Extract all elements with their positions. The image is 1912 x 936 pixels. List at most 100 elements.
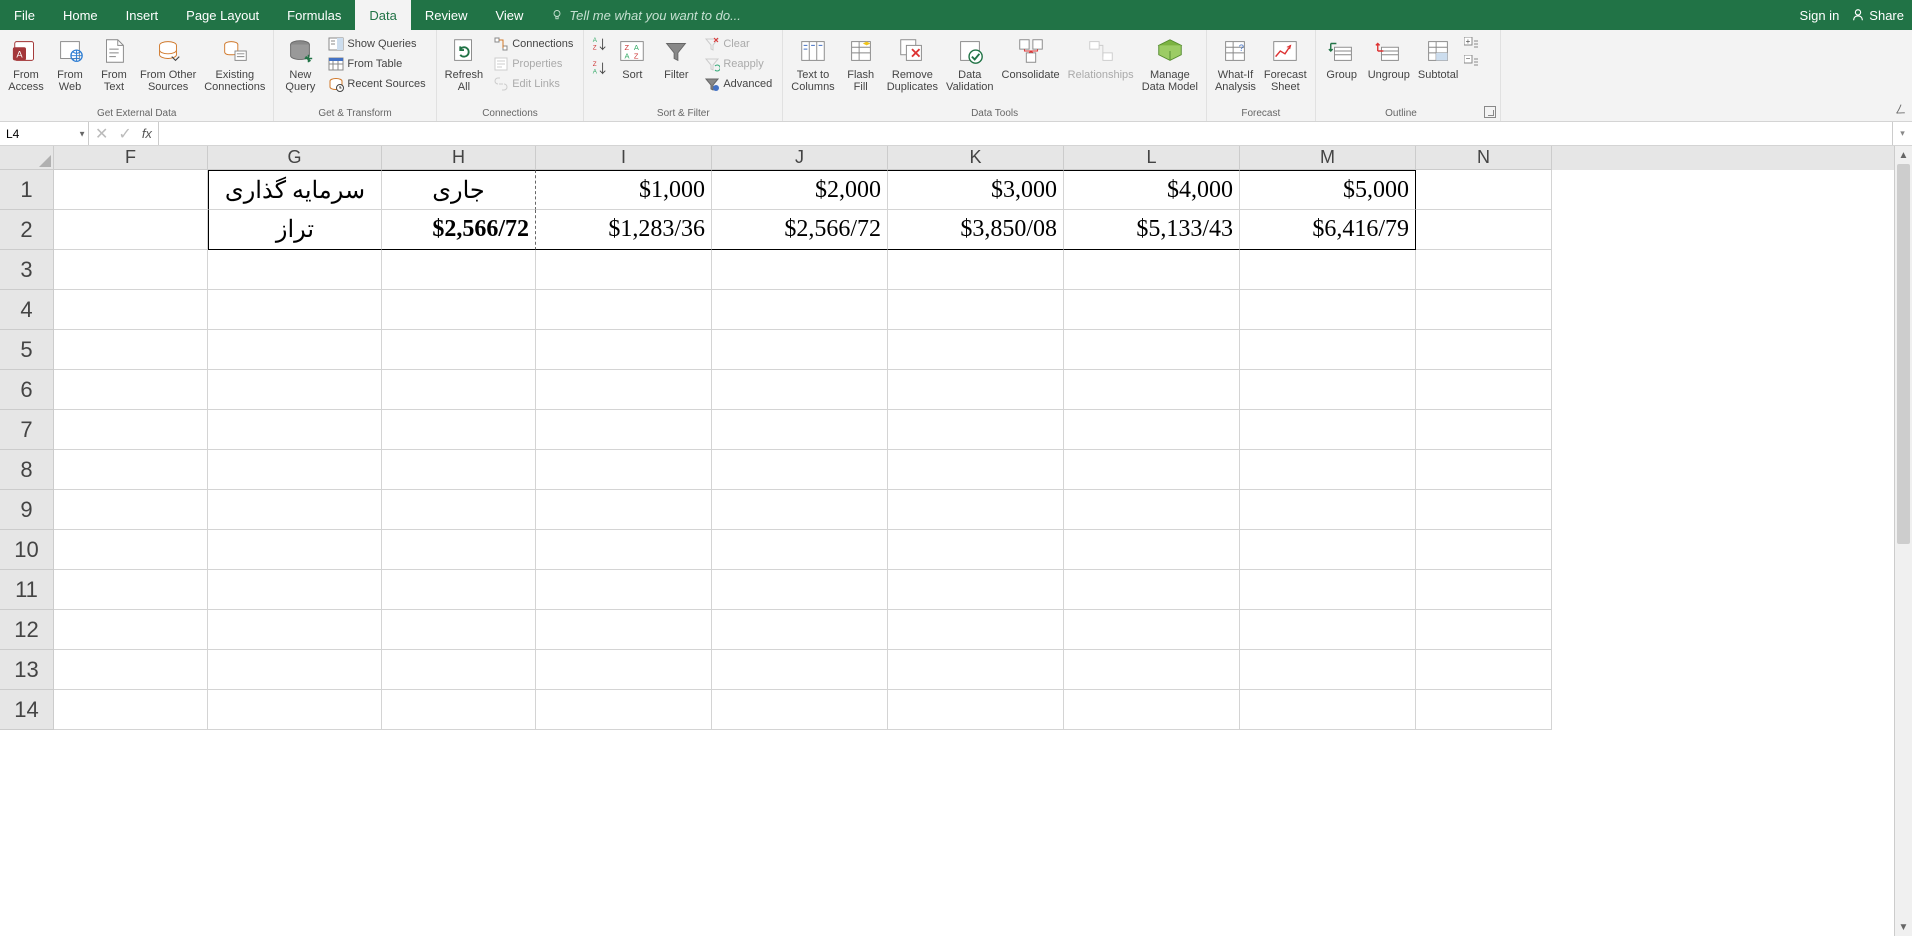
cell-L4[interactable] xyxy=(1064,290,1240,330)
data-validation-button[interactable]: Data Validation xyxy=(942,33,998,95)
cell-K8[interactable] xyxy=(888,450,1064,490)
cell-K9[interactable] xyxy=(888,490,1064,530)
row-header-13[interactable]: 13 xyxy=(0,650,54,690)
filter-button[interactable]: Filter xyxy=(654,33,698,83)
cancel-formula-icon[interactable]: ✕ xyxy=(95,124,108,144)
column-header-I[interactable]: I xyxy=(536,146,712,170)
cell-J14[interactable] xyxy=(712,690,888,730)
column-header-H[interactable]: H xyxy=(382,146,536,170)
cell-M8[interactable] xyxy=(1240,450,1416,490)
cell-N2[interactable] xyxy=(1416,210,1552,250)
cell-K13[interactable] xyxy=(888,650,1064,690)
from-access-button[interactable]: A From Access xyxy=(4,33,48,95)
cell-I5[interactable] xyxy=(536,330,712,370)
from-web-button[interactable]: From Web xyxy=(48,33,92,95)
properties-button[interactable]: Properties xyxy=(489,55,577,73)
cell-G9[interactable] xyxy=(208,490,382,530)
cell-M4[interactable] xyxy=(1240,290,1416,330)
cell-H10[interactable] xyxy=(382,530,536,570)
cell-G12[interactable] xyxy=(208,610,382,650)
refresh-all-button[interactable]: Refresh All xyxy=(441,33,488,95)
fx-icon[interactable]: fx xyxy=(142,126,152,141)
cell-L2[interactable]: $5,133/43 xyxy=(1064,210,1240,250)
tab-review[interactable]: Review xyxy=(411,0,482,30)
cell-H8[interactable] xyxy=(382,450,536,490)
cell-M2[interactable]: $6,416/79 xyxy=(1240,210,1416,250)
remove-duplicates-button[interactable]: Remove Duplicates xyxy=(883,33,942,95)
cell-N5[interactable] xyxy=(1416,330,1552,370)
cell-H1[interactable]: جاری xyxy=(382,170,536,210)
tab-formulas[interactable]: Formulas xyxy=(273,0,355,30)
cell-M10[interactable] xyxy=(1240,530,1416,570)
cell-N8[interactable] xyxy=(1416,450,1552,490)
cell-J9[interactable] xyxy=(712,490,888,530)
column-header-K[interactable]: K xyxy=(888,146,1064,170)
cell-F11[interactable] xyxy=(54,570,208,610)
cell-H2[interactable]: $2,566/72 xyxy=(382,210,536,250)
tab-view[interactable]: View xyxy=(481,0,537,30)
sort-az-icon[interactable]: AZ xyxy=(590,35,608,53)
sort-za-icon[interactable]: ZA xyxy=(590,59,608,77)
cell-M1[interactable]: $5,000 xyxy=(1240,170,1416,210)
cell-G8[interactable] xyxy=(208,450,382,490)
cell-J7[interactable] xyxy=(712,410,888,450)
cell-F14[interactable] xyxy=(54,690,208,730)
cell-L3[interactable] xyxy=(1064,250,1240,290)
cell-K10[interactable] xyxy=(888,530,1064,570)
cell-N11[interactable] xyxy=(1416,570,1552,610)
edit-links-button[interactable]: Edit Links xyxy=(489,75,577,93)
cell-F3[interactable] xyxy=(54,250,208,290)
cell-M5[interactable] xyxy=(1240,330,1416,370)
cell-H14[interactable] xyxy=(382,690,536,730)
relationships-button[interactable]: Relationships xyxy=(1064,33,1138,83)
row-header-1[interactable]: 1 xyxy=(0,170,54,210)
from-other-sources-button[interactable]: From Other Sources xyxy=(136,33,200,95)
cell-F9[interactable] xyxy=(54,490,208,530)
advanced-filter-button[interactable]: Advanced xyxy=(700,75,776,93)
cell-K1[interactable]: $3,000 xyxy=(888,170,1064,210)
connections-button[interactable]: Connections xyxy=(489,35,577,53)
column-header-L[interactable]: L xyxy=(1064,146,1240,170)
scroll-down-icon[interactable]: ▼ xyxy=(1895,918,1912,936)
row-header-5[interactable]: 5 xyxy=(0,330,54,370)
cell-G3[interactable] xyxy=(208,250,382,290)
column-header-J[interactable]: J xyxy=(712,146,888,170)
cell-H7[interactable] xyxy=(382,410,536,450)
show-detail-icon[interactable]: + xyxy=(1464,37,1480,51)
cell-K7[interactable] xyxy=(888,410,1064,450)
column-header-N[interactable]: N xyxy=(1416,146,1552,170)
cell-F1[interactable] xyxy=(54,170,208,210)
cell-L10[interactable] xyxy=(1064,530,1240,570)
what-if-button[interactable]: ? What-If Analysis xyxy=(1211,33,1260,95)
cell-F8[interactable] xyxy=(54,450,208,490)
tab-file[interactable]: File xyxy=(0,0,49,30)
cell-G11[interactable] xyxy=(208,570,382,610)
row-header-8[interactable]: 8 xyxy=(0,450,54,490)
cell-I14[interactable] xyxy=(536,690,712,730)
cell-K6[interactable] xyxy=(888,370,1064,410)
cell-I8[interactable] xyxy=(536,450,712,490)
cell-J2[interactable]: $2,566/72 xyxy=(712,210,888,250)
row-header-7[interactable]: 7 xyxy=(0,410,54,450)
new-query-button[interactable]: New Query xyxy=(278,33,322,95)
row-header-11[interactable]: 11 xyxy=(0,570,54,610)
consolidate-button[interactable]: Consolidate xyxy=(998,33,1064,83)
sort-button[interactable]: ZAAZ Sort xyxy=(610,33,654,83)
recent-sources-button[interactable]: Recent Sources xyxy=(324,75,429,93)
cell-G5[interactable] xyxy=(208,330,382,370)
cell-J5[interactable] xyxy=(712,330,888,370)
row-header-10[interactable]: 10 xyxy=(0,530,54,570)
cell-L14[interactable] xyxy=(1064,690,1240,730)
cell-F2[interactable] xyxy=(54,210,208,250)
row-header-4[interactable]: 4 xyxy=(0,290,54,330)
cell-M7[interactable] xyxy=(1240,410,1416,450)
ungroup-button[interactable]: Ungroup xyxy=(1364,33,1414,83)
tab-data[interactable]: Data xyxy=(355,0,410,30)
cell-J8[interactable] xyxy=(712,450,888,490)
cell-K14[interactable] xyxy=(888,690,1064,730)
scroll-thumb[interactable] xyxy=(1897,164,1910,544)
cell-I4[interactable] xyxy=(536,290,712,330)
cell-L11[interactable] xyxy=(1064,570,1240,610)
cell-L5[interactable] xyxy=(1064,330,1240,370)
tell-me-search[interactable]: Tell me what you want to do... xyxy=(537,8,1799,23)
